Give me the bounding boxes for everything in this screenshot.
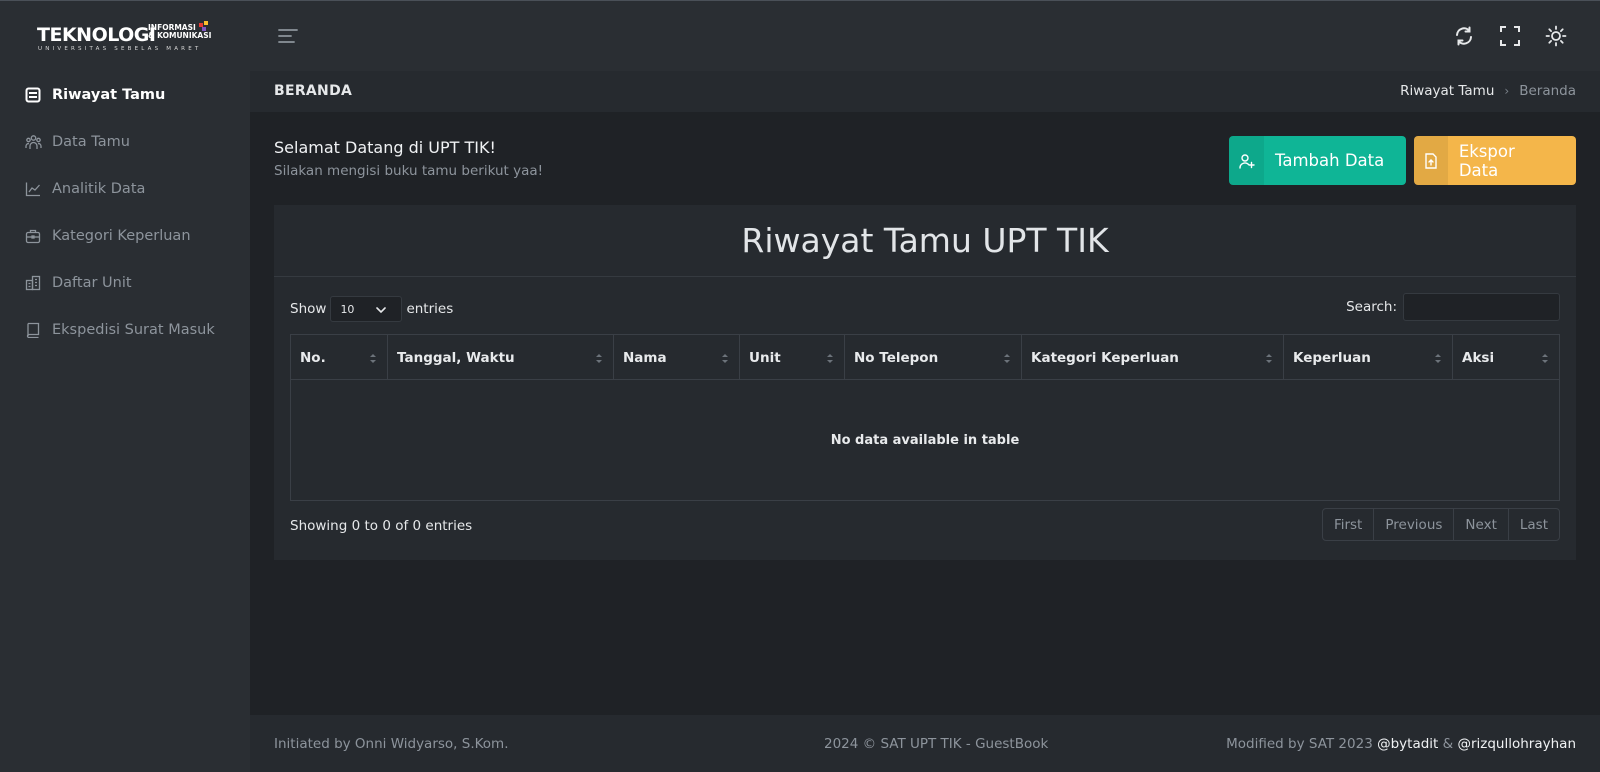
footer-modified: Modified by SAT 2023 @bytadit & @rizqull…: [1226, 736, 1576, 752]
sidebar-item-label: Riwayat Tamu: [52, 86, 166, 103]
sort-icon: [722, 354, 728, 363]
breadcrumb: Riwayat Tamu › Beranda: [1400, 83, 1576, 99]
breadcrumb-separator-icon: ›: [1504, 84, 1510, 98]
sidebar-item-data-tamu[interactable]: Data Tamu: [0, 118, 250, 165]
column-header-tanggal-waktu[interactable]: Tanggal, Waktu: [388, 335, 614, 380]
footer-modified-text: Modified by SAT 2023: [1226, 736, 1373, 752]
building-icon: [24, 274, 42, 292]
users-icon: [24, 133, 42, 151]
refresh-icon[interactable]: [1453, 25, 1475, 47]
column-label: No.: [300, 349, 326, 366]
column-label: Keperluan: [1293, 349, 1371, 366]
sidebar-item-daftar-unit[interactable]: Daftar Unit: [0, 259, 250, 306]
breadcrumb-item-beranda: Beranda: [1519, 83, 1576, 99]
table-empty-row: No data available in table: [291, 380, 1559, 500]
welcome-subtitle: Silakan mengisi buku tamu berikut yaa!: [274, 163, 544, 179]
sort-icon: [1004, 354, 1010, 363]
book-icon: [24, 321, 42, 339]
sidebar-item-analitik-data[interactable]: Analitik Data: [0, 165, 250, 212]
column-header-unit[interactable]: Unit: [740, 335, 845, 380]
sidebar-nav: Riwayat Tamu Data Tamu Analitik Data Kat…: [0, 71, 250, 353]
export-data-label: Ekspor Data: [1458, 141, 1515, 180]
page-size-control: Show 10 entries: [290, 296, 453, 322]
column-label: Kategori Keperluan: [1031, 349, 1179, 366]
page-title: BERANDA: [274, 83, 353, 99]
column-header-no[interactable]: No.: [291, 335, 388, 380]
show-label: Show: [290, 301, 327, 317]
fullscreen-icon[interactable]: [1499, 25, 1521, 47]
add-data-label: Tambah Data: [1275, 151, 1385, 170]
footer-author-link-1[interactable]: @bytadit: [1377, 736, 1438, 752]
table-info: Showing 0 to 0 of 0 entries: [290, 518, 473, 534]
topbar: [250, 1, 1600, 71]
sidebar-item-kategori-keperluan[interactable]: Kategori Keperluan: [0, 212, 250, 259]
pagination-next[interactable]: Next: [1454, 509, 1509, 540]
export-file-icon: [1414, 136, 1448, 185]
sidebar-item-riwayat-tamu[interactable]: Riwayat Tamu: [0, 71, 250, 118]
briefcase-icon: [24, 227, 42, 245]
menu-icon[interactable]: [278, 27, 298, 45]
logo[interactable]: TEKNOLOGI INFORMASI & KOMUNIKASI UNIVERS…: [37, 21, 212, 55]
guestbook-icon: [24, 86, 42, 104]
chart-line-icon: [24, 180, 42, 198]
column-header-nama[interactable]: Nama: [614, 335, 740, 380]
welcome-heading: Selamat Datang di UPT TIK!: [274, 138, 496, 157]
card-title: Riwayat Tamu UPT TIK: [274, 205, 1576, 277]
logo-sub-text: UNIVERSITAS SEBELAS MARET: [38, 46, 202, 52]
theme-sun-icon[interactable]: [1545, 25, 1567, 47]
search-input[interactable]: [1403, 293, 1560, 321]
add-user-icon: [1229, 136, 1264, 185]
sidebar-item-label: Data Tamu: [52, 133, 130, 150]
footer-ampersand: &: [1442, 736, 1454, 752]
column-header-no-telepon[interactable]: No Telepon: [845, 335, 1022, 380]
sidebar-item-label: Ekspedisi Surat Masuk: [52, 321, 215, 338]
column-label: Nama: [623, 349, 667, 366]
pagination-last[interactable]: Last: [1509, 509, 1559, 540]
sort-icon: [827, 354, 833, 363]
entries-label: entries: [406, 301, 454, 317]
sort-icon: [1435, 354, 1441, 363]
footer-author-link-2[interactable]: @rizqullohrayhan: [1457, 736, 1576, 752]
page-size-select[interactable]: 10: [330, 296, 403, 322]
page-size-value: 10: [340, 302, 355, 316]
pagination-previous[interactable]: Previous: [1374, 509, 1455, 540]
table-header: No. Tanggal, Waktu Nama Unit No Telepon …: [291, 335, 1559, 380]
search-label: Search:: [1346, 299, 1397, 315]
sort-icon: [596, 354, 602, 363]
column-header-kategori-keperluan[interactable]: Kategori Keperluan: [1022, 335, 1284, 380]
sort-icon: [1266, 354, 1272, 363]
sidebar-item-label: Daftar Unit: [52, 274, 132, 291]
sidebar-item-ekspedisi-surat-masuk[interactable]: Ekspedisi Surat Masuk: [0, 306, 250, 353]
footer-copyright: 2024 © SAT UPT TIK - GuestBook: [824, 736, 1049, 752]
guest-table: No. Tanggal, Waktu Nama Unit No Telepon …: [290, 334, 1560, 501]
sort-icon: [370, 354, 376, 363]
column-label: Tanggal, Waktu: [397, 349, 515, 366]
sidebar: TEKNOLOGI INFORMASI & KOMUNIKASI UNIVERS…: [0, 1, 250, 772]
column-header-keperluan[interactable]: Keperluan: [1284, 335, 1453, 380]
chevron-down-icon: [376, 307, 387, 314]
page-header: BERANDA Riwayat Tamu › Beranda: [250, 71, 1600, 112]
column-label: Unit: [749, 349, 781, 366]
sidebar-item-label: Kategori Keperluan: [52, 227, 191, 244]
welcome-block: Selamat Datang di UPT TIK! Silakan mengi…: [274, 138, 543, 179]
empty-table-message: No data available in table: [830, 432, 1020, 448]
guest-history-card: Riwayat Tamu UPT TIK Show 10 entries Sea…: [274, 205, 1576, 560]
export-data-button[interactable]: Ekspor Data: [1414, 136, 1576, 185]
pagination: First Previous Next Last: [1321, 508, 1560, 541]
column-label: Aksi: [1462, 349, 1495, 366]
footer: Initiated by Onni Widyarso, S.Kom. 2024 …: [250, 715, 1600, 772]
column-header-aksi[interactable]: Aksi: [1453, 335, 1559, 380]
footer-initiated: Initiated by Onni Widyarso, S.Kom.: [274, 736, 509, 752]
column-label: No Telepon: [854, 349, 939, 366]
add-data-button[interactable]: Tambah Data: [1229, 136, 1406, 185]
logo-main-text: TEKNOLOGI: [37, 24, 156, 46]
pagination-first[interactable]: First: [1323, 509, 1375, 540]
sort-icon: [1542, 354, 1548, 363]
logo-mark-icon: [199, 21, 208, 31]
breadcrumb-item-riwayat-tamu[interactable]: Riwayat Tamu: [1400, 83, 1494, 99]
search-control: Search:: [1346, 293, 1560, 321]
sidebar-item-label: Analitik Data: [52, 180, 146, 197]
